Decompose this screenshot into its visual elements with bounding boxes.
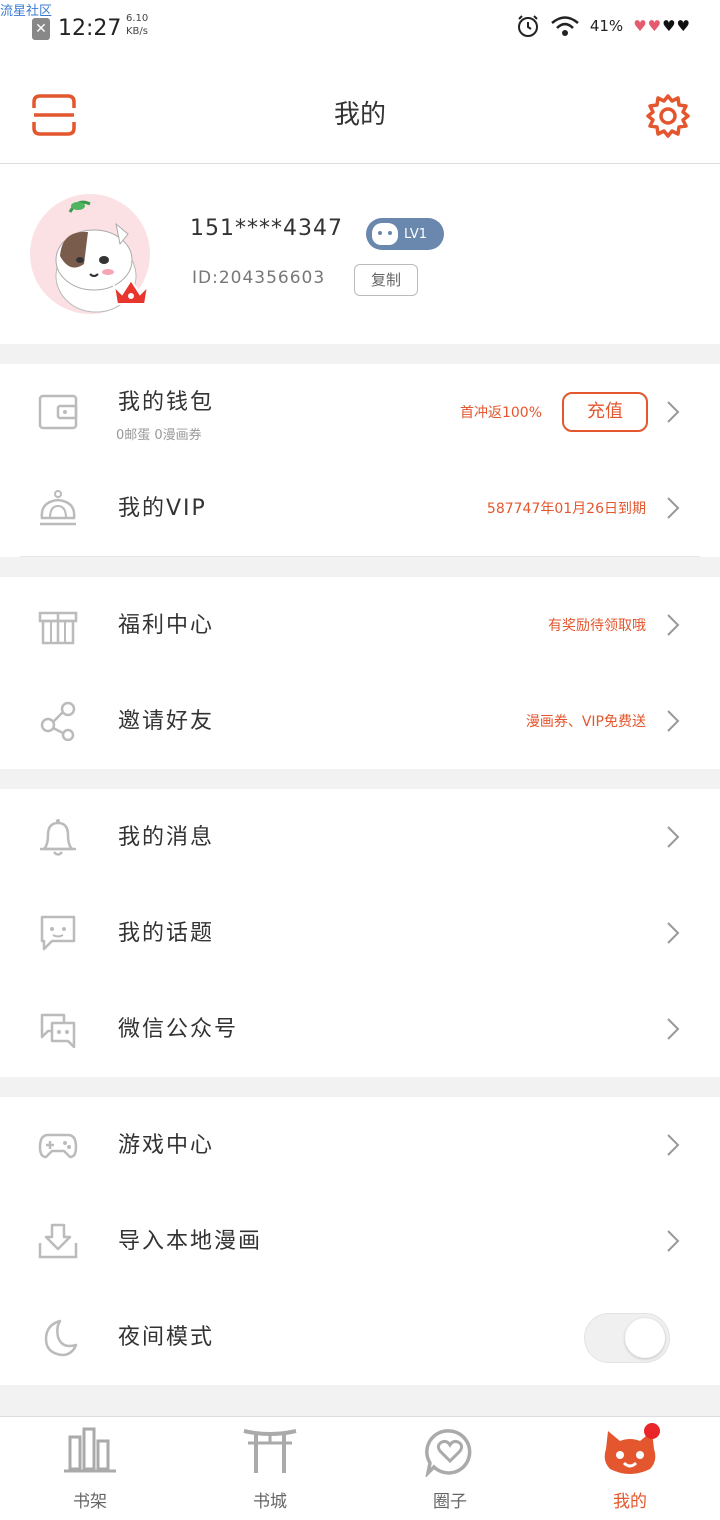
chevron-right-icon <box>667 401 680 423</box>
copy-id-button[interactable]: 复制 <box>354 264 418 296</box>
bottom-nav: 书架 书城 圈子 我的 <box>0 1416 720 1520</box>
nav-circle[interactable]: 圈子 <box>360 1417 540 1520</box>
night-mode-row: 夜间模式 <box>0 1289 720 1385</box>
import-row[interactable]: 导入本地漫画 <box>0 1193 720 1289</box>
user-id: ID:204356603 <box>192 268 326 288</box>
settings-gear-icon[interactable] <box>646 94 690 138</box>
wallet-row[interactable]: 我的钱包 0邮蛋 0漫画券 首冲返100% 充值 <box>0 364 720 460</box>
download-tray-icon <box>38 1223 78 1259</box>
games-row[interactable]: 游戏中心 <box>0 1097 720 1193</box>
alarm-icon <box>517 15 538 37</box>
invite-note: 漫画券、VIP免费送 <box>525 714 646 730</box>
nav-bookstore[interactable]: 书城 <box>180 1417 360 1520</box>
vip-expiry: 587747年01月26日到期 <box>486 501 646 517</box>
wechat-icon <box>40 1013 76 1049</box>
games-label: 游戏中心 <box>118 1133 215 1158</box>
speed-unit: KB/s <box>126 26 148 37</box>
moon-icon <box>44 1319 78 1357</box>
vip-crown-icon <box>40 490 76 526</box>
welfare-row[interactable]: 福利中心 有奖励待领取哦 <box>0 577 720 673</box>
notification-x-icon: ✕ <box>32 18 50 40</box>
battery-percent: 41% <box>589 17 624 35</box>
profile-section: 151****4347 LV1 ID:204356603 复制 <box>0 164 720 344</box>
wifi-icon <box>551 16 579 36</box>
nav-label: 圈子 <box>433 1492 467 1512</box>
section-gap <box>0 344 720 364</box>
wallet-balance: 0邮蛋 0漫画券 <box>116 428 202 443</box>
bookshelf-icon <box>64 1427 116 1473</box>
nav-bookshelf[interactable]: 书架 <box>0 1417 180 1520</box>
vip-label: 我的VIP <box>118 496 207 521</box>
section-gap <box>0 1077 720 1097</box>
toggle-knob <box>625 1318 665 1358</box>
recharge-button[interactable]: 充值 <box>562 392 648 432</box>
invite-label: 邀请好友 <box>118 709 215 734</box>
nav-mine[interactable]: 我的 <box>540 1417 720 1520</box>
night-mode-toggle[interactable] <box>584 1313 670 1363</box>
welfare-label: 福利中心 <box>118 613 215 638</box>
crown-icon <box>112 278 150 305</box>
invite-row[interactable]: 邀请好友 漫画券、VIP免费送 <box>0 673 720 769</box>
topics-row[interactable]: 我的话题 <box>0 885 720 981</box>
chevron-right-icon <box>667 497 680 519</box>
nav-label: 书架 <box>73 1492 107 1512</box>
bell-icon <box>40 819 76 856</box>
status-bar: ✕ 12:27 6.10 KB/s 41% ♥ ♥ ♥ ♥ <box>0 0 720 56</box>
battery-hearts-icon: ♥ ♥ ♥ ♥ <box>633 16 690 35</box>
messages-label: 我的消息 <box>118 825 215 850</box>
wallet-label: 我的钱包 <box>118 390 215 415</box>
chat-bubble-icon <box>40 915 76 951</box>
import-label: 导入本地漫画 <box>118 1229 263 1254</box>
section-gap <box>0 769 720 789</box>
messages-row[interactable]: 我的消息 <box>0 789 720 885</box>
watermark: 流星社区 <box>0 4 53 19</box>
chevron-right-icon <box>667 1018 680 1040</box>
username: 151****4347 <box>190 216 343 241</box>
gift-icon <box>38 611 78 645</box>
welfare-note: 有奖励待领取哦 <box>548 618 646 634</box>
gamepad-icon <box>38 1133 78 1159</box>
wechat-row[interactable]: 微信公众号 <box>0 981 720 1077</box>
section-gap <box>0 557 720 577</box>
speed-value: 6.10 <box>126 13 149 24</box>
page-title: 我的 <box>333 100 386 130</box>
cat-face-icon <box>372 223 398 245</box>
level-text: LV1 <box>404 226 427 242</box>
wechat-label: 微信公众号 <box>118 1017 239 1042</box>
wallet-promo: 首冲返100% <box>459 405 542 421</box>
heart-bubble-icon <box>425 1429 472 1477</box>
wallet-icon <box>38 394 78 430</box>
section-gap <box>0 1385 720 1416</box>
chevron-right-icon <box>667 614 680 636</box>
level-badge: LV1 <box>366 218 444 250</box>
share-icon <box>40 701 76 741</box>
chevron-right-icon <box>667 1230 680 1252</box>
top-header: 我的 <box>0 56 720 164</box>
chevron-right-icon <box>667 1134 680 1156</box>
network-speed: 6.10 KB/s <box>126 12 148 38</box>
nav-label: 我的 <box>613 1492 647 1512</box>
torii-gate-icon <box>243 1429 297 1473</box>
topics-label: 我的话题 <box>118 921 215 946</box>
chevron-right-icon <box>667 710 680 732</box>
nav-label: 书城 <box>253 1492 287 1512</box>
chevron-right-icon <box>667 922 680 944</box>
vip-row[interactable]: 我的VIP 587747年01月26日到期 <box>0 460 720 556</box>
notification-dot <box>644 1423 660 1439</box>
night-mode-label: 夜间模式 <box>118 1325 215 1350</box>
chevron-right-icon <box>667 826 680 848</box>
status-time: 12:27 <box>58 16 122 41</box>
